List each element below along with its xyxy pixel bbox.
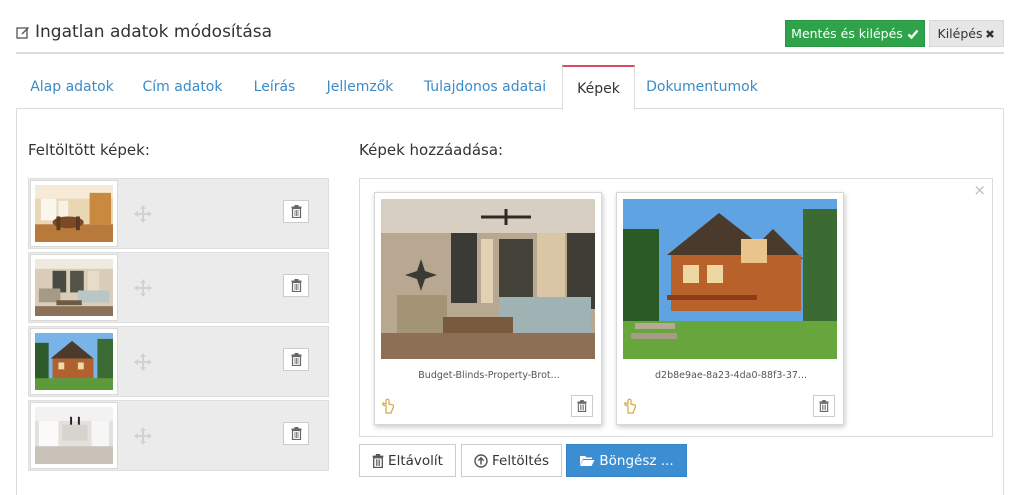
- edit-icon: [16, 27, 29, 39]
- dining-room-photo: [30, 180, 118, 247]
- exit-button[interactable]: Kilépés: [929, 20, 1004, 47]
- tab-label: Dokumentumok: [646, 79, 758, 95]
- tab-alap-adatok[interactable]: Alap adatok: [16, 65, 128, 109]
- page-title: Ingatlan adatok módosítása: [16, 22, 272, 42]
- trash-icon: [291, 427, 301, 440]
- remove-all-button[interactable]: Eltávolít: [359, 444, 456, 477]
- browse-label: Böngész ...: [599, 452, 674, 469]
- tab-kepek[interactable]: Képek: [562, 65, 635, 110]
- tab-bar: Alap adatok Cím adatok Leírás Jellemzők …: [16, 65, 1004, 110]
- uploaded-image-item[interactable]: [28, 252, 329, 323]
- tab-label: Leírás: [253, 79, 296, 95]
- upload-label: Feltöltés: [491, 452, 550, 469]
- upload-icon: [474, 453, 488, 468]
- move-icon[interactable]: [133, 204, 153, 224]
- drag-hand-icon[interactable]: [381, 398, 395, 414]
- browse-button[interactable]: Böngész ...: [566, 444, 687, 477]
- page-title-text: Ingatlan adatok módosítása: [35, 22, 273, 42]
- move-icon[interactable]: [133, 278, 153, 298]
- delete-image-button[interactable]: [283, 348, 309, 371]
- uploaded-image-item[interactable]: [28, 400, 329, 471]
- wooden-house-photo: [30, 328, 118, 395]
- close-icon: [986, 29, 995, 38]
- add-images-heading: Képek hozzáadása:: [359, 141, 504, 159]
- delete-image-button[interactable]: [283, 422, 309, 445]
- trash-icon: [372, 453, 384, 468]
- tab-label: Alap adatok: [30, 79, 114, 95]
- living-room-photo: [30, 254, 118, 321]
- tab-dokumentumok[interactable]: Dokumentumok: [635, 65, 769, 109]
- exit-label: Kilépés: [937, 26, 983, 41]
- drag-hand-icon[interactable]: [623, 398, 637, 414]
- image-preview-card: d2b8e9ae-8a23-4da0-88f3-37...: [616, 192, 844, 425]
- tab-label: Cím adatok: [142, 79, 223, 95]
- tab-label: Jellemzők: [326, 79, 394, 95]
- delete-image-button[interactable]: [283, 200, 309, 223]
- white-kitchen-photo: [30, 402, 118, 469]
- living-room-photo: [381, 199, 595, 359]
- tab-label: Tulajdonos adatai: [423, 79, 547, 95]
- tab-leiras[interactable]: Leírás: [237, 65, 312, 109]
- upload-button[interactable]: Feltöltés: [461, 444, 562, 477]
- trash-icon: [291, 205, 301, 218]
- image-preview-card: Budget-Blinds-Property-Brot...: [374, 192, 602, 425]
- trash-icon: [577, 400, 587, 412]
- image-dropzone[interactable]: × Budget-Blinds-Property-Brot... d2b8e9a…: [359, 178, 993, 437]
- preview-file-name: Budget-Blinds-Property-Brot...: [418, 370, 560, 381]
- page-header: Ingatlan adatok módosítása Mentés és kil…: [16, 18, 1004, 54]
- tab-label: Képek: [577, 80, 620, 97]
- folder-open-icon: [580, 456, 595, 466]
- remove-all-label: Eltávolít: [388, 452, 443, 469]
- tab-jellemzok[interactable]: Jellemzők: [312, 65, 408, 109]
- save-and-exit-button[interactable]: Mentés és kilépés: [785, 20, 925, 47]
- tab-tulajdonos-adatai[interactable]: Tulajdonos adatai: [408, 65, 562, 109]
- uploaded-image-item[interactable]: [28, 178, 329, 249]
- remove-preview-button[interactable]: [571, 395, 593, 417]
- tab-cim-adatok[interactable]: Cím adatok: [128, 65, 237, 109]
- remove-preview-button[interactable]: [813, 395, 835, 417]
- wooden-house-photo: [623, 199, 837, 359]
- close-icon[interactable]: ×: [973, 181, 986, 199]
- move-icon[interactable]: [133, 352, 153, 372]
- move-icon[interactable]: [133, 426, 153, 446]
- trash-icon: [291, 279, 301, 292]
- trash-icon: [819, 400, 829, 412]
- check-icon: [907, 29, 919, 39]
- preview-file-name: d2b8e9ae-8a23-4da0-88f3-37...: [655, 370, 807, 381]
- delete-image-button[interactable]: [283, 274, 309, 297]
- save-and-exit-label: Mentés és kilépés: [791, 26, 903, 41]
- uploaded-images-heading: Feltöltött képek:: [28, 141, 150, 159]
- uploaded-image-item[interactable]: [28, 326, 329, 397]
- trash-icon: [291, 353, 301, 366]
